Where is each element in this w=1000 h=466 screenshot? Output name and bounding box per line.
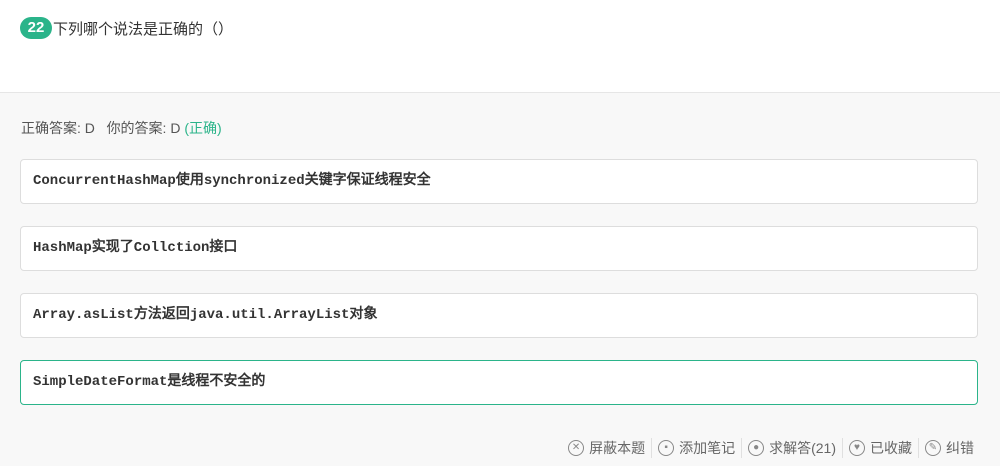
favorite-button[interactable]: ♥ 已收藏 (842, 438, 918, 458)
hide-question-button[interactable]: ✕ 屏蔽本题 (562, 438, 651, 458)
pencil-icon: ✎ (925, 440, 941, 456)
answer-summary: 正确答案: D 你的答案: D (正确) (21, 118, 222, 138)
question-text: 下列哪个说法是正确的（） (53, 21, 234, 38)
answer-panel: 正确答案: D 你的答案: D (正确) ConcurrentHashMap使用… (0, 93, 1000, 466)
option-d[interactable]: SimpleDateFormat是线程不安全的 (20, 360, 978, 405)
option-a[interactable]: ConcurrentHashMap使用synchronized关键字保证线程安全 (20, 159, 978, 204)
option-b[interactable]: HashMap实现了Collction接口 (20, 226, 978, 271)
add-note-button[interactable]: ▪ 添加笔记 (651, 438, 741, 458)
question-header: 22 下列哪个说法是正确的（） (0, 0, 1000, 93)
option-c[interactable]: Array.asList方法返回java.util.ArrayList对象 (20, 293, 978, 338)
correct-answer: 正确答案: D (21, 120, 95, 136)
close-circle-icon: ✕ (568, 440, 585, 456)
answer-status: (正确) (184, 120, 222, 136)
your-answer: 你的答案: D (106, 120, 181, 136)
heart-icon: ♥ (849, 440, 865, 456)
book-icon: ▪ (658, 440, 675, 456)
question-number-badge: 22 (20, 17, 52, 39)
comment-icon: ● (748, 440, 765, 456)
report-error-button[interactable]: ✎ 纠错 (918, 438, 980, 458)
ask-answer-button[interactable]: ● 求解答(21) (741, 438, 842, 458)
action-bar: ✕ 屏蔽本题 ▪ 添加笔记 ● 求解答(21) ♥ 已收藏 ✎ 纠错 (562, 438, 980, 458)
